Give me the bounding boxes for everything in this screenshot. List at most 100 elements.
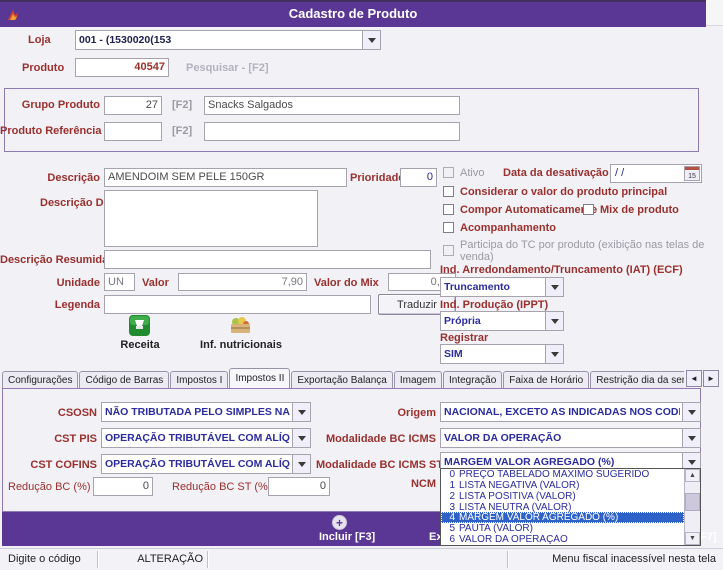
- titlebar-corner: [706, 0, 723, 26]
- chevron-down-icon[interactable]: [292, 429, 310, 447]
- tab-restricao-dia-semana[interactable]: Restrição dia da semana: [590, 371, 684, 389]
- tab-exportacao-balanca[interactable]: Exportação Balança: [291, 371, 393, 389]
- pesquisar-hint: Pesquisar - [F2]: [186, 62, 269, 74]
- ippt-value: Própria: [444, 315, 481, 327]
- prioridade-input[interactable]: 0: [400, 168, 437, 187]
- cst-pis-select[interactable]: OPERAÇÃO TRIBUTÁVEL COM ALÍQUOTA BÁSICA: [101, 428, 311, 448]
- valor-label: Valor: [142, 277, 169, 289]
- modalidade-icms-select[interactable]: VALOR DA OPERAÇÃO: [440, 428, 701, 448]
- chevron-down-icon[interactable]: [292, 455, 310, 473]
- scrollbar-thumb[interactable]: [685, 493, 700, 511]
- ippt-select[interactable]: Própria: [440, 311, 564, 331]
- scroll-up-icon[interactable]: ▲: [685, 469, 700, 482]
- tab-impostos-2[interactable]: Impostos II: [229, 368, 291, 389]
- legenda-input[interactable]: [104, 295, 371, 314]
- tab-configuracoes[interactable]: Configurações: [2, 371, 79, 389]
- tab-codigo-de-barras[interactable]: Código de Barras: [79, 371, 170, 389]
- loja-value: 001 - (1530020(153: [79, 34, 172, 46]
- iat-value: Truncamento: [444, 281, 510, 293]
- descricao-input[interactable]: AMENDOIM SEM PELE 150GR: [104, 168, 347, 187]
- tab-integracao[interactable]: Integração: [443, 371, 503, 389]
- valor-mix-label: Valor do Mix: [314, 277, 379, 289]
- list-item[interactable]: 5 PAUTA (VALOR): [441, 523, 684, 534]
- prioridade-label: Prioridade: [350, 172, 405, 184]
- incluir-plus-icon: +: [332, 515, 347, 530]
- reducao-bc-st-label: Redução BC ST (%): [172, 481, 272, 493]
- produto-referencia-input[interactable]: [104, 122, 162, 141]
- modalidade-icms-st-label: Modalidade BC ICMS ST: [316, 459, 444, 471]
- grupo-produto-nome[interactable]: Snacks Salgados: [204, 96, 460, 115]
- loja-label: Loja: [28, 34, 51, 46]
- modalidade-icms-st-value: MARGEM VALOR AGREGADO (%): [444, 456, 615, 468]
- loja-select[interactable]: 001 - (1530020(153: [75, 30, 381, 50]
- tab-scroll-left-icon[interactable]: ◄: [686, 370, 702, 387]
- list-item[interactable]: 6 VALOR DA OPERAÇÃO: [441, 534, 684, 545]
- fruit-basket-icon[interactable]: [228, 315, 253, 336]
- data-desativacao-field[interactable]: / / 15: [610, 164, 702, 183]
- ippt-label: Ind. Produção (IPPT): [440, 299, 549, 311]
- ativo-label: Ativo: [460, 167, 485, 179]
- chevron-down-icon[interactable]: [682, 403, 700, 421]
- reducao-bc-st-input[interactable]: 0: [268, 477, 330, 496]
- grupo-produto-input[interactable]: 27: [104, 96, 162, 115]
- chevron-down-icon[interactable]: [545, 345, 563, 363]
- dropdown-scrollbar[interactable]: ▲ ▼: [684, 469, 700, 545]
- modalidade-icms-value: VALOR DA OPERAÇÃO: [444, 432, 562, 444]
- chevron-down-icon[interactable]: [362, 31, 380, 49]
- mix-produto-checkbox[interactable]: [583, 204, 594, 215]
- participa-tc-checkbox[interactable]: [443, 245, 454, 256]
- title-bar: Cadastro de Produto: [0, 0, 706, 27]
- grupo-f2-hint: [F2]: [172, 99, 193, 111]
- data-desativacao-value: / /: [615, 167, 625, 179]
- descricao-detalhada-label: Descrição Detalhada: [40, 197, 149, 209]
- acompanhamento-checkbox[interactable]: [443, 222, 454, 233]
- f7-button-partial[interactable]: F7]: [700, 531, 717, 543]
- descricao-resumida-input[interactable]: [104, 250, 431, 269]
- receita-icon[interactable]: [128, 314, 151, 337]
- cst-cofins-select[interactable]: OPERAÇÃO TRIBUTÁVEL COM ALÍQUOTA BÁSICA: [101, 454, 311, 474]
- descricao-label: Descrição: [47, 172, 100, 184]
- produto-input[interactable]: 40547: [75, 58, 169, 77]
- chevron-down-icon[interactable]: [545, 278, 563, 296]
- compor-label: Compor Automaticamente: [460, 204, 598, 216]
- descricao-resumida-label: Descrição Resumida: [0, 254, 109, 266]
- chevron-down-icon[interactable]: [292, 403, 310, 421]
- scroll-down-icon[interactable]: ▼: [685, 532, 700, 545]
- chevron-down-icon[interactable]: [682, 429, 700, 447]
- registrar-select[interactable]: SIM: [440, 344, 564, 364]
- incluir-button[interactable]: Incluir [F3]: [319, 531, 375, 543]
- status-bar: Digite o código ALTERAÇÃO Menu fiscal in…: [0, 548, 723, 570]
- legenda-label: Legenda: [54, 299, 100, 311]
- tab-impostos-1[interactable]: Impostos I: [170, 371, 229, 389]
- status-mode: ALTERAÇÃO: [137, 553, 203, 565]
- ativo-checkbox[interactable]: [443, 167, 454, 178]
- descricao-detalhada-textarea[interactable]: [104, 190, 318, 247]
- list-item[interactable]: 3 LISTA NEUTRA (VALOR): [441, 502, 684, 513]
- compor-checkbox[interactable]: [443, 204, 454, 215]
- cst-cofins-label: CST COFINS: [30, 459, 97, 471]
- iat-label: Ind. Arredondamento/Truncamento (IAT) (E…: [440, 264, 683, 276]
- valor-input[interactable]: 7,90: [178, 273, 307, 291]
- tab-scroll-right-icon[interactable]: ►: [703, 370, 719, 387]
- list-item[interactable]: 2 LISTA POSITIVA (VALOR): [441, 491, 684, 502]
- reducao-bc-input[interactable]: 0: [93, 477, 153, 496]
- unidade-input[interactable]: UN: [104, 273, 135, 291]
- tab-imagem[interactable]: Imagem: [393, 371, 442, 389]
- list-item-selected[interactable]: 4 MARGEM VALOR AGREGADO (%): [441, 512, 684, 524]
- tab-faixa-de-horario[interactable]: Faixa de Horário: [503, 371, 590, 389]
- list-item[interactable]: 1 LISTA NEGATIVA (VALOR): [441, 480, 684, 491]
- considerar-checkbox[interactable]: [443, 186, 454, 197]
- calendar-icon[interactable]: 15: [684, 166, 700, 181]
- iat-select[interactable]: Truncamento: [440, 277, 564, 297]
- status-left: Digite o código: [8, 553, 81, 565]
- unidade-label: Unidade: [56, 277, 100, 289]
- produto-referencia-nome[interactable]: [204, 122, 460, 141]
- csosn-select[interactable]: NÃO TRIBUTADA PELO SIMPLES NACIONAL: [101, 402, 311, 422]
- origem-select[interactable]: NACIONAL, EXCETO AS INDICADAS NOS CODIGO…: [440, 402, 701, 422]
- csosn-value: NÃO TRIBUTADA PELO SIMPLES NACIONAL: [105, 406, 290, 418]
- csosn-label: CSOSN: [57, 407, 97, 419]
- status-right: Menu fiscal inacessível nesta tela: [552, 553, 716, 565]
- chevron-down-icon[interactable]: [545, 312, 563, 330]
- modalidade-icms-st-dropdown-list: 0 PREÇO TABELADO MÁXIMO SUGERIDO 1 LISTA N…: [440, 468, 701, 546]
- list-item[interactable]: 0 PREÇO TABELADO MÁXIMO SUGERIDO: [441, 469, 684, 480]
